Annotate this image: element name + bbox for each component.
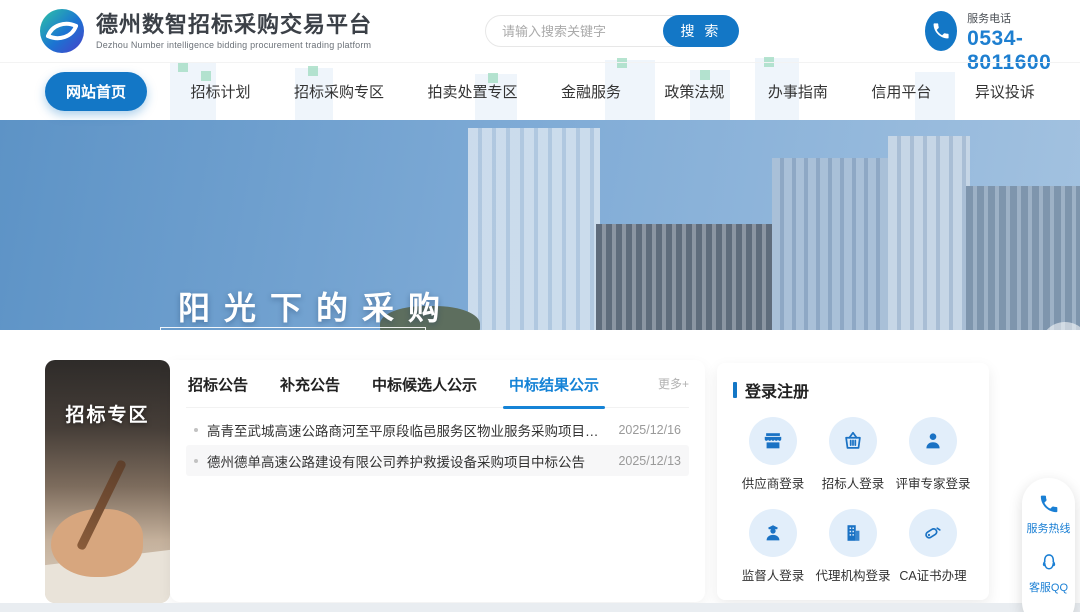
announcement-row[interactable]: 德州德单高速公路建设有限公司养护救援设备采购项目中标公告 2025/12/13: [186, 445, 689, 476]
tab-supplementary-announcements[interactable]: 补充公告: [278, 360, 342, 408]
announcement-title: 德州德单高速公路建设有限公司养护救援设备采购项目中标公告: [207, 451, 606, 471]
supervisor-login[interactable]: 监督人登录: [733, 509, 813, 584]
banner-tagline-box: 公开 — 公正 — 公平: [160, 327, 426, 330]
site-logo[interactable]: 德州数智招标采购交易平台 Dezhou Number intelligence …: [38, 7, 372, 55]
tab-winning-results[interactable]: 中标结果公示: [507, 360, 601, 408]
main-nav: 网站首页 招标计划 招标采购专区 拍卖处置专区 金融服务 政策法规 办事指南 信…: [0, 62, 1080, 120]
login-panel-header: 登录注册: [733, 378, 973, 402]
login-register-panel: 登录注册 供应商登录: [717, 363, 989, 600]
expert-login[interactable]: 评审专家登录: [893, 417, 973, 492]
login-item-label: 代理机构登录: [813, 565, 893, 584]
agency-login[interactable]: 代理机构登录: [813, 509, 893, 584]
announcement-row[interactable]: 高青至武城高速公路商河至平原段临邑服务区物业服务采购项目中标公告 2025/12…: [186, 414, 689, 445]
announcement-date: 2025/12/16: [618, 423, 681, 437]
logo-globe-icon: [38, 7, 86, 55]
accent-bar: [733, 382, 737, 398]
hotline-float-label[interactable]: 服务热线: [1027, 520, 1071, 536]
banner-building: [966, 186, 1080, 330]
announcements-panel: 招标公告 补充公告 中标候选人公示 中标结果公示 更多+ 高青至武城高速公路商河…: [170, 360, 705, 602]
storefront-icon: [749, 417, 797, 465]
login-item-label: 评审专家登录: [893, 473, 973, 492]
qq-float-label[interactable]: 客服QQ: [1029, 579, 1068, 595]
bidding-zone-label: 招标专区: [45, 400, 170, 427]
site-title: 德州数智招标采购交易平台: [96, 12, 372, 38]
tab-winning-candidates[interactable]: 中标候选人公示: [370, 360, 479, 408]
login-item-label: 监督人登录: [733, 565, 813, 584]
login-item-label: 供应商登录: [733, 473, 813, 492]
site-subtitle: Dezhou Number intelligence bidding procu…: [96, 40, 372, 50]
footer-strip: [0, 603, 1080, 612]
tenderer-login[interactable]: 招标人登录: [813, 417, 893, 492]
header: 德州数智招标采购交易平台 Dezhou Number intelligence …: [0, 0, 1080, 62]
banner-building: [468, 128, 600, 330]
banner-building: [596, 224, 774, 330]
nav-item-credit[interactable]: 信用平台: [871, 81, 931, 102]
nav-item-guide[interactable]: 办事指南: [768, 81, 828, 102]
login-panel-title: 登录注册: [745, 378, 809, 402]
nav-item-bid-procurement[interactable]: 招标采购专区: [294, 81, 384, 102]
phone-icon: [925, 11, 957, 51]
nav-item-objection[interactable]: 异议投诉: [975, 81, 1035, 102]
floating-service-panel: 服务热线 客服QQ: [1022, 478, 1075, 612]
nav-item-home[interactable]: 网站首页: [45, 72, 147, 111]
expert-person-icon: [909, 417, 957, 465]
banner-building: [772, 158, 890, 330]
announcement-list: 高青至武城高速公路商河至平原段临邑服务区物业服务采购项目中标公告 2025/12…: [186, 414, 689, 476]
login-grid: 供应商登录 招标人登录: [733, 417, 973, 584]
basket-icon: [829, 417, 877, 465]
nav-item-finance[interactable]: 金融服务: [561, 81, 621, 102]
tab-bid-announcements[interactable]: 招标公告: [186, 360, 250, 408]
ca-certificate[interactable]: CA证书办理: [893, 509, 973, 584]
supervisor-officer-icon: [749, 509, 797, 557]
qq-icon[interactable]: [1038, 552, 1060, 574]
content-section: 招标专区 招标公告 补充公告 中标候选人公示 中标结果公示 更多+ 高青至武城高…: [0, 330, 1080, 612]
search-button[interactable]: 搜 索: [663, 15, 739, 47]
hotline-phone-icon[interactable]: [1038, 493, 1060, 515]
announcement-date: 2025/12/13: [618, 454, 681, 468]
bullet-dot: [194, 459, 198, 463]
search-bar: 搜 索: [485, 15, 735, 47]
announcement-tabs: 招标公告 补充公告 中标候选人公示 中标结果公示 更多+: [186, 360, 689, 408]
login-item-label: CA证书办理: [893, 565, 973, 584]
announcement-title: 高青至武城高速公路商河至平原段临邑服务区物业服务采购项目中标公告: [207, 420, 606, 440]
ca-usb-key-icon: [909, 509, 957, 557]
banner-building: [888, 136, 970, 330]
banner-headline: 阳光下的采购: [178, 283, 454, 329]
agency-building-icon: [829, 509, 877, 557]
nav-item-bid-plan[interactable]: 招标计划: [190, 81, 250, 102]
bullet-dot: [194, 428, 198, 432]
nav-item-policy[interactable]: 政策法规: [664, 81, 724, 102]
nav-item-auction[interactable]: 拍卖处置专区: [427, 81, 517, 102]
hero-banner: 阳光下的采购 公开 — 公正 — 公平: [0, 120, 1080, 330]
page: 德州数智招标采购交易平台 Dezhou Number intelligence …: [0, 0, 1080, 612]
supplier-login[interactable]: 供应商登录: [733, 417, 813, 492]
more-link[interactable]: 更多+: [658, 375, 689, 392]
hotline-label: 服务电话: [967, 10, 1080, 26]
bidding-zone-photo-card[interactable]: 招标专区: [45, 360, 170, 603]
login-item-label: 招标人登录: [813, 473, 893, 492]
